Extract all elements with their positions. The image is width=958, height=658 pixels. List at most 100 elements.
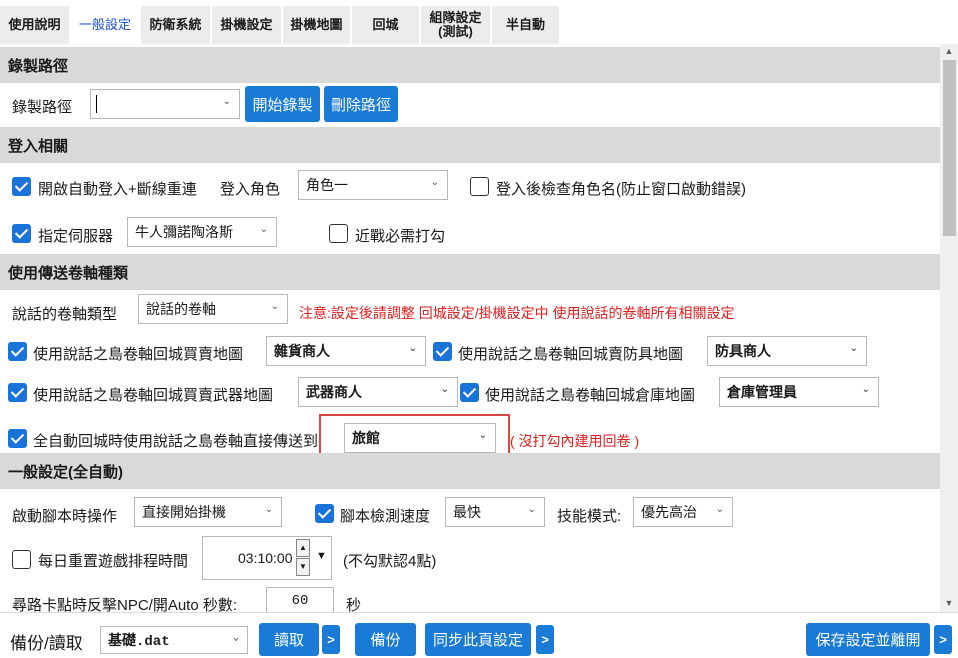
check-role-name-label: 登入後檢查角色名(防止窗口啟動錯誤): [496, 181, 746, 198]
chevron-down-icon: ⌄: [222, 96, 231, 107]
armor-value: 防具商人: [715, 343, 771, 359]
chevron-down-icon: ⌄: [408, 343, 417, 354]
weapon-value: 武器商人: [306, 384, 362, 400]
detect-speed-checkbox[interactable]: [315, 504, 334, 523]
backup-button[interactable]: 備份: [355, 623, 416, 656]
record-path-select[interactable]: ⌄: [90, 89, 240, 119]
tab-return-town[interactable]: 回城: [352, 6, 420, 44]
weapon-checkbox[interactable]: [8, 383, 27, 402]
login-role-label: 登入角色: [220, 181, 281, 198]
read-more-button[interactable]: >: [322, 625, 340, 654]
armor-checkbox[interactable]: [433, 342, 452, 361]
detect-speed-label: 腳本檢測速度: [340, 508, 431, 525]
auto-login-label: 開啟自動登入+斷線重連: [38, 181, 197, 198]
chevron-down-icon: ⌄: [264, 504, 273, 515]
sync-page-button[interactable]: 同步此頁設定: [425, 623, 531, 656]
warehouse-value: 倉庫管理員: [727, 384, 797, 400]
start-action-select[interactable]: 直接開始掛機 ⌄: [134, 497, 282, 527]
scrollbar-thumb[interactable]: [943, 60, 956, 236]
scroll-down-icon[interactable]: ▼: [941, 596, 957, 610]
skill-mode-label: 技能模式:: [557, 508, 622, 525]
login-role-value: 角色一: [306, 177, 348, 193]
tab-party-settings[interactable]: 組隊設定 (測試): [421, 6, 491, 44]
section-header-general: 一般設定(全自動): [0, 453, 940, 489]
chevron-down-icon: ⌄: [270, 301, 279, 312]
tab-semi-auto[interactable]: 半自動: [492, 6, 560, 44]
start-action-label: 啟動腳本時操作: [12, 508, 118, 525]
chevron-down-icon: ⌄: [715, 504, 724, 515]
daily-reset-time-value: 03:10:00: [238, 550, 293, 566]
daily-reset-note: (不勾默認4點): [343, 553, 437, 570]
daily-reset-label: 每日重置遊戲排程時間: [38, 553, 189, 570]
skill-mode-select[interactable]: 優先高治 ⌄: [633, 497, 733, 527]
armor-select[interactable]: 防具商人 ⌄: [707, 336, 867, 366]
start-action-row: 啟動腳本時操作 直接開始掛機 ⌄ 腳本檢測速度 最快 ⌄ 技能模式: 優先高治 …: [0, 493, 940, 533]
read-button[interactable]: 讀取: [259, 623, 319, 656]
warehouse-label: 使用說話之島卷軸回城倉庫地圖: [485, 387, 696, 404]
tab-hang-map[interactable]: 掛機地圖: [283, 6, 351, 44]
stuck-label: 尋路卡點時反擊NPC/開Auto 秒數:: [12, 597, 238, 612]
grocery-label: 使用說話之島卷軸回城買賣地圖: [33, 346, 244, 363]
spin-up-icon[interactable]: ▲: [296, 539, 310, 557]
server-checkbox[interactable]: [12, 224, 31, 243]
armor-label: 使用說話之島卷軸回城賣防具地圖: [458, 346, 684, 363]
detect-speed-value: 最快: [453, 504, 481, 520]
weapon-label: 使用說話之島卷軸回城買賣武器地圖: [33, 387, 274, 404]
chevron-down-icon: ⌄: [527, 504, 536, 515]
backup-file-value: 基礎.dat: [108, 634, 170, 650]
tab-defense-system[interactable]: 防衛系統: [141, 6, 211, 44]
direct-teleport-label: 全自動回城時使用說話之島卷軸直接傳送到: [33, 433, 319, 450]
chevron-down-icon: ⌄: [232, 633, 239, 644]
save-more-button[interactable]: >: [934, 625, 952, 654]
server-label: 指定伺服器: [38, 228, 114, 245]
delete-path-button[interactable]: 刪除路徑: [324, 86, 398, 122]
daily-reset-time-field[interactable]: 03:10:00: [202, 536, 332, 580]
melee-checkbox[interactable]: [329, 224, 348, 243]
login-role-select[interactable]: 角色一 ⌄: [298, 170, 448, 200]
text-cursor: [96, 95, 97, 113]
melee-label: 近戰必需打勾: [355, 228, 446, 245]
scroll-type-value: 說話的卷軸: [146, 301, 216, 317]
grocery-select[interactable]: 雜貨商人 ⌄: [266, 336, 426, 366]
tab-bar: 使用說明 一般設定 防衛系統 掛機設定 掛機地圖 回城 組隊設定 (測試) 半自…: [0, 0, 958, 44]
footer-bar: 備份/讀取 基礎.dat ⌄ 讀取 > 備份 同步此頁設定 > 保存設定並離開 …: [0, 612, 958, 658]
section-header-record: 錄製路徑: [0, 47, 940, 83]
server-select[interactable]: 牛人彌諾陶洛斯 ⌄: [127, 217, 277, 247]
stuck-row: 尋路卡點時反擊NPC/開Auto 秒數: 60 秒: [0, 582, 940, 612]
scroll-type-select[interactable]: 說話的卷軸 ⌄: [138, 294, 288, 324]
chevron-down-icon: ⌄: [861, 384, 870, 395]
server-value: 牛人彌諾陶洛斯: [135, 224, 233, 240]
stuck-seconds-value: 60: [291, 593, 309, 609]
chevron-down-icon: ⌄: [259, 224, 268, 235]
detect-speed-select[interactable]: 最快 ⌄: [445, 497, 545, 527]
weapon-select[interactable]: 武器商人 ⌄: [298, 377, 458, 407]
section-header-login: 登入相關: [0, 127, 940, 163]
daily-reset-checkbox[interactable]: [12, 550, 31, 569]
stuck-seconds-input[interactable]: 60: [266, 587, 334, 612]
scroll-up-icon[interactable]: ▲: [941, 44, 957, 58]
auto-login-row: 開啟自動登入+斷線重連 登入角色 角色一 ⌄ 登入後檢查角色名(防止窗口啟動錯誤…: [0, 165, 940, 205]
record-path-label: 錄製路徑: [12, 99, 73, 116]
tab-general-settings[interactable]: 一般設定: [71, 6, 140, 44]
skill-mode-value: 優先高治: [641, 504, 697, 520]
direct-teleport-checkbox[interactable]: [8, 429, 27, 448]
warehouse-select[interactable]: 倉庫管理員 ⌄: [719, 377, 879, 407]
save-exit-button[interactable]: 保存設定並離開: [806, 623, 930, 656]
start-record-button[interactable]: 開始錄製: [245, 86, 320, 122]
warehouse-checkbox[interactable]: [460, 383, 479, 402]
chevron-down-icon: ⌄: [849, 343, 858, 354]
chevron-down-icon: ⌄: [440, 384, 449, 395]
auto-login-checkbox[interactable]: [12, 177, 31, 196]
tab-hang-settings[interactable]: 掛機設定: [212, 6, 282, 44]
spin-down-icon[interactable]: ▼: [296, 558, 310, 576]
record-path-row: 錄製路徑 ⌄ 開始錄製 刪除路徑: [0, 83, 940, 127]
check-role-name-checkbox[interactable]: [470, 177, 489, 196]
grocery-checkbox[interactable]: [8, 342, 27, 361]
chevron-down-icon[interactable]: ▼: [316, 550, 327, 562]
settings-content: 錄製路徑 錄製路徑 ⌄ 開始錄製 刪除路徑 登入相關 開啟自動登入+斷線重連 登…: [0, 44, 940, 612]
backup-file-select[interactable]: 基礎.dat ⌄: [100, 626, 248, 654]
start-action-value: 直接開始掛機: [142, 504, 226, 520]
tab-instructions[interactable]: 使用說明: [0, 6, 70, 44]
sync-more-button[interactable]: >: [536, 625, 554, 654]
stuck-unit: 秒: [346, 597, 362, 612]
